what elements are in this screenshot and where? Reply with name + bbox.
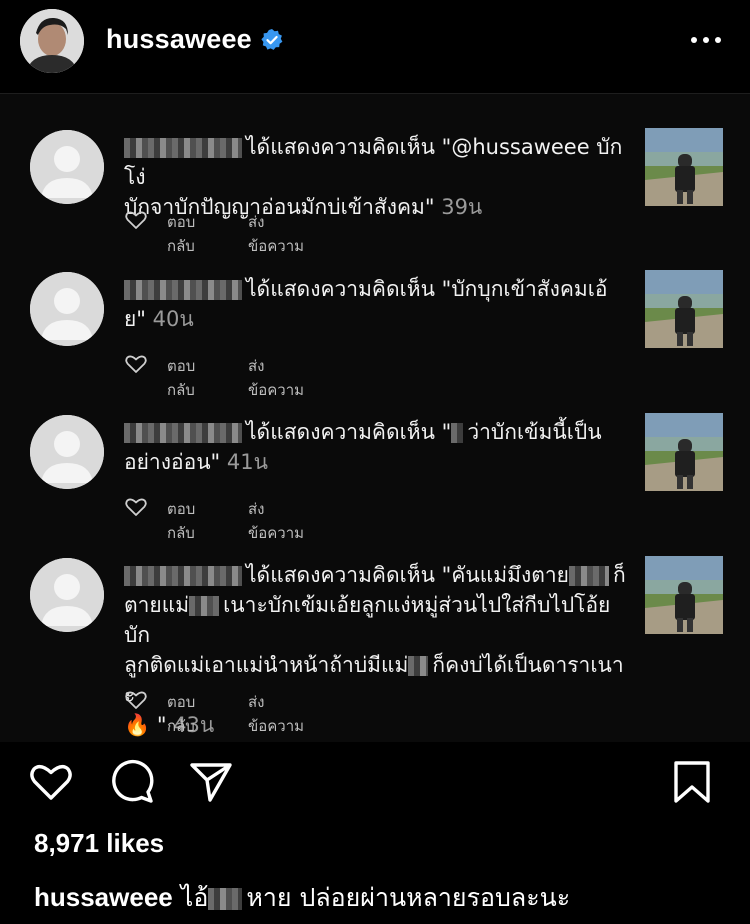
heart-icon[interactable]: [124, 352, 148, 376]
send-icon[interactable]: [188, 759, 234, 805]
notification-text: ได้แสดงความคิดเห็น " ว่าบักเข้มนี้เป็น อย…: [124, 417, 634, 477]
heart-icon[interactable]: [124, 495, 148, 519]
notification-item: ได้แสดงความคิดเห็น "บักบุกเข้าสังคมเอ้ ย…: [0, 270, 750, 399]
post-thumbnail[interactable]: [645, 556, 723, 634]
commenter-avatar: [30, 415, 104, 489]
notification-time: 39น: [441, 195, 483, 219]
redacted-username: [124, 280, 242, 300]
notification-action: ได้แสดงความคิดเห็น: [246, 277, 435, 301]
notification-time: 40น: [152, 307, 194, 331]
comment-text: ว่าบักเข้มนี้เป็น: [467, 420, 602, 444]
send-message-button[interactable]: ส่งข้อความ: [248, 210, 304, 258]
reply-button[interactable]: ตอบกลับ: [167, 690, 195, 738]
caption-username[interactable]: hussaweee: [34, 882, 173, 912]
notification-action: ได้แสดงความคิดเห็น: [246, 420, 435, 444]
heart-icon[interactable]: [124, 688, 148, 712]
commenter-avatar: [30, 272, 104, 346]
comment-text: "บักบุกเข้าสังคมเอ้: [441, 277, 608, 301]
notification-item: ได้แสดงความคิดเห็น "@hussaweee บักโง่ บั…: [0, 128, 750, 255]
likes-count[interactable]: 8,971 likes: [34, 828, 164, 859]
heart-icon[interactable]: [28, 759, 74, 805]
redacted-username: [124, 423, 242, 443]
send-message-button[interactable]: ส่งข้อความ: [248, 354, 304, 402]
comment-text: ก็: [612, 563, 626, 587]
verified-badge-icon: [261, 29, 283, 50]
comment-text: อย่างอ่อน": [124, 450, 221, 474]
heart-icon[interactable]: [124, 208, 148, 232]
commenter-avatar: [30, 130, 104, 204]
comment-text: "คันแม่มึงตาย: [441, 563, 569, 587]
notification-time: 41น: [226, 450, 268, 474]
send-message-button[interactable]: ส่งข้อความ: [248, 690, 304, 738]
redacted-word: [451, 423, 464, 443]
send-message-button[interactable]: ส่งข้อความ: [248, 497, 304, 545]
comment-text: ": [441, 420, 452, 444]
caption-text: หาย ปล่อยผ่านหลายรอบละนะ: [246, 883, 571, 912]
post-caption: hussaweee ไอ้ หาย ปล่อยผ่านหลายรอบละนะ: [34, 878, 570, 918]
notification-text: ได้แสดงความคิดเห็น "บักบุกเข้าสังคมเอ้ ย…: [124, 274, 634, 334]
comment-text: ย": [124, 307, 146, 331]
profile-avatar[interactable]: [20, 9, 84, 73]
reply-button[interactable]: ตอบกลับ: [167, 354, 195, 402]
post-thumbnail[interactable]: [645, 270, 723, 348]
post-thumbnail[interactable]: [645, 128, 723, 206]
post-thumbnail[interactable]: [645, 413, 723, 491]
redacted-username: [124, 566, 242, 586]
redacted-word: [568, 566, 609, 586]
redacted-word: [189, 596, 220, 616]
notification-item: ได้แสดงความคิดเห็น "คันแม่มึงตาย ก็ ตายแม…: [0, 556, 750, 737]
post-header: hussaweee: [0, 0, 750, 93]
bookmark-icon[interactable]: [670, 759, 716, 805]
redacted-word: [408, 656, 429, 676]
notification-action: ได้แสดงความคิดเห็น: [246, 563, 435, 587]
notification-text: ได้แสดงความคิดเห็น "@hussaweee บักโง่ บั…: [124, 132, 634, 222]
caption-text: ไอ้: [180, 883, 209, 912]
reply-button[interactable]: ตอบกลับ: [167, 210, 195, 258]
notification-action: ได้แสดงความคิดเห็น: [246, 135, 435, 159]
comment-text: ลูกติดแม่เอาแม่นำหน้าถ้าบ่มีแม่: [124, 653, 409, 677]
redacted-username: [124, 138, 242, 158]
more-horizontal-icon[interactable]: [686, 28, 726, 52]
reply-button[interactable]: ตอบกลับ: [167, 497, 195, 545]
comment-text: ตายแม่: [124, 593, 190, 617]
header-username[interactable]: hussaweee: [106, 24, 252, 55]
comment-text: 🔥 ": [124, 713, 167, 737]
notification-text: ได้แสดงความคิดเห็น "คันแม่มึงตาย ก็ ตายแม…: [124, 560, 634, 740]
post-image[interactable]: ได้แสดงความคิดเห็น "@hussaweee บักโง่ บั…: [0, 94, 750, 742]
comment-icon[interactable]: [110, 759, 156, 805]
commenter-avatar: [30, 558, 104, 632]
redacted-word: [208, 888, 243, 910]
notification-item: ได้แสดงความคิดเห็น " ว่าบักเข้มนี้เป็น อย…: [0, 413, 750, 542]
